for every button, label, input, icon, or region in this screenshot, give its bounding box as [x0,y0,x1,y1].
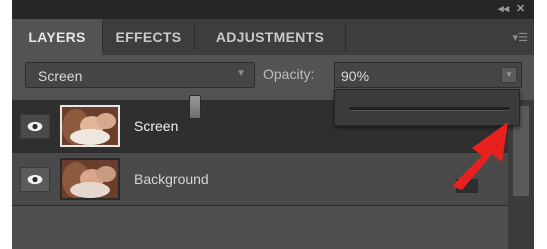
opacity-slider-track[interactable] [349,107,509,111]
tab-layers[interactable]: LAYERS [12,19,102,55]
layer-thumbnail [60,158,120,200]
layers-panel: ◂◂ ✕ LAYERS EFFECTS ADJUSTMENTS ▾☰ Scree… [12,0,534,249]
tab-adjustments[interactable]: ADJUSTMENTS [195,19,345,55]
chevron-down-icon: ▼ [236,68,246,79]
blend-mode-dropdown[interactable]: Screen ▼ [25,62,255,88]
blend-mode-value: Screen [38,68,83,84]
visibility-toggle[interactable] [20,114,50,139]
eye-icon [27,174,43,185]
layer-row-background[interactable]: Background [12,153,508,206]
panel-tabs: LAYERS EFFECTS ADJUSTMENTS ▾☰ [12,19,534,55]
layer-name[interactable]: Background [134,171,209,187]
visibility-toggle[interactable] [20,167,50,192]
panel-title-bar: ◂◂ ✕ [12,0,534,19]
opacity-label: Opacity: [263,66,315,82]
baby-photo-thumbnail-image [62,160,118,198]
opacity-input[interactable]: 90% ▼ [334,62,522,88]
opacity-value: 90% [341,68,370,84]
layer-thumbnail [60,105,120,147]
red-arrow-annotation-icon [452,122,508,190]
layer-list-empty-area [12,206,508,249]
baby-photo-thumbnail-image [62,107,118,145]
opacity-slider-toggle-button[interactable]: ▼ [501,67,517,83]
panel-menu-icon[interactable]: ▾☰ [513,31,528,44]
tab-effects[interactable]: EFFECTS [103,19,194,55]
opacity-slider-handle[interactable] [189,95,201,119]
close-button[interactable]: ✕ [516,2,525,15]
layer-name[interactable]: Screen [134,118,178,134]
tab-divider [345,23,346,51]
eye-icon [27,121,43,132]
collapse-button[interactable]: ◂◂ [498,2,509,15]
